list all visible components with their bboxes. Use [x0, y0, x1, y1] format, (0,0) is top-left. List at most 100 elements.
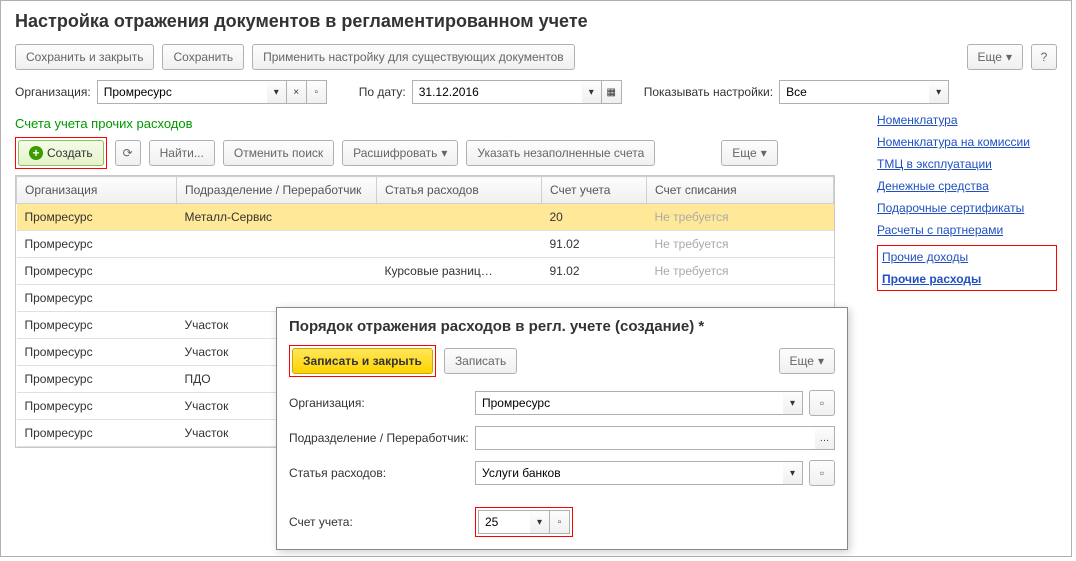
cell-account: 91.02	[542, 258, 647, 285]
refresh-button[interactable]: ⟳	[115, 140, 141, 166]
chevron-down-icon: ▾	[818, 354, 824, 368]
save-button[interactable]: Сохранить	[162, 44, 244, 70]
grid-more-button[interactable]: Еще ▾	[721, 140, 777, 166]
help-button[interactable]: ?	[1031, 44, 1057, 70]
dropdown-icon[interactable]: ▾	[783, 461, 803, 485]
cell-writeoff: Не требуется	[647, 204, 834, 231]
date-label: По дату:	[359, 85, 406, 99]
show-label: Показывать настройки:	[644, 85, 773, 99]
cell-org: Промресурс	[17, 420, 177, 447]
nav-other-expense[interactable]: Прочие расходы	[882, 272, 1052, 286]
open-icon[interactable]: ▫	[550, 510, 570, 534]
col-dept[interactable]: Подразделение / Переработчик	[177, 177, 377, 204]
open-icon[interactable]: ▫	[307, 80, 327, 104]
cell-dept	[177, 258, 377, 285]
dropdown-icon[interactable]: ▾	[582, 80, 602, 104]
dlg-item-open[interactable]: ▫	[809, 460, 835, 486]
cell-account: 91.02	[542, 231, 647, 258]
highlight-account: ▾ ▫	[475, 507, 573, 537]
main-window: Настройка отражения документов в регламе…	[0, 0, 1072, 557]
dialog-title: Порядок отражения расходов в регл. учете…	[277, 308, 847, 341]
col-account[interactable]: Счет учета	[542, 177, 647, 204]
cell-dept: Металл-Сервис	[177, 204, 377, 231]
org-input[interactable]: ▾ × ▫	[97, 80, 327, 104]
dlg-save-button[interactable]: Записать	[444, 348, 517, 374]
cell-writeoff: Не требуется	[647, 258, 834, 285]
page-title: Настройка отражения документов в регламе…	[15, 11, 1057, 32]
calendar-icon[interactable]: ▦	[602, 80, 622, 104]
dropdown-icon[interactable]: ▾	[929, 80, 949, 104]
chevron-down-icon: ▾	[1006, 50, 1012, 64]
create-button[interactable]: +Создать	[18, 140, 104, 166]
cell-org: Промресурс	[17, 366, 177, 393]
show-input[interactable]: ▾	[779, 80, 949, 104]
dlg-dept-input[interactable]: …	[475, 426, 835, 450]
nav-komissiya[interactable]: Номенклатура на комиссии	[877, 135, 1057, 149]
nav-other-income[interactable]: Прочие доходы	[882, 250, 1052, 264]
more-button[interactable]: Еще ▾	[967, 44, 1023, 70]
nav-sidebar: Номенклатура Номенклатура на комиссии ТМ…	[877, 113, 1057, 291]
refresh-icon: ⟳	[123, 146, 133, 160]
table-row[interactable]: Промресурс 91.02Не требуется	[17, 231, 834, 258]
cell-dept	[177, 231, 377, 258]
nav-gift[interactable]: Подарочные сертификаты	[877, 201, 1057, 215]
highlight-save-close: Записать и закрыть	[289, 345, 436, 377]
nav-cash[interactable]: Денежные средства	[877, 179, 1057, 193]
cell-item	[377, 231, 542, 258]
dropdown-icon[interactable]: ▾	[530, 510, 550, 534]
col-item[interactable]: Статья расходов	[377, 177, 542, 204]
date-field[interactable]	[412, 80, 582, 104]
dlg-item-label: Статья расходов:	[289, 466, 469, 480]
date-input[interactable]: ▾ ▦	[412, 80, 622, 104]
nav-partners[interactable]: Расчеты с партнерами	[877, 223, 1057, 237]
filter-row: Организация: ▾ × ▫ По дату: ▾ ▦ Показыва…	[1, 76, 1071, 108]
cell-org: Промресурс	[17, 231, 177, 258]
cell-org: Промресурс	[17, 258, 177, 285]
cell-item: Курсовые разниц…	[377, 258, 542, 285]
dlg-account-label: Счет учета:	[289, 515, 469, 529]
table-row[interactable]: Промресурс Курсовые разниц…91.02Не требуе…	[17, 258, 834, 285]
dlg-org-row: Организация: ▾ ▫	[277, 385, 847, 421]
cell-org: Промресурс	[17, 204, 177, 231]
dlg-item-input[interactable]: ▾	[475, 461, 803, 485]
highlight-nav: Прочие доходы Прочие расходы	[877, 245, 1057, 291]
cell-item	[377, 204, 542, 231]
clear-icon[interactable]: ×	[287, 80, 307, 104]
org-field[interactable]	[97, 80, 267, 104]
table-row[interactable]: ПромресурсМеталл-Сервис20Не требуется	[17, 204, 834, 231]
find-button[interactable]: Найти...	[149, 140, 215, 166]
dlg-org-label: Организация:	[289, 396, 469, 410]
dropdown-icon[interactable]: ▾	[783, 391, 803, 415]
highlight-create: +Создать	[15, 137, 107, 169]
col-writeoff[interactable]: Счет списания	[647, 177, 834, 204]
plus-icon: +	[29, 146, 43, 160]
dlg-account-input[interactable]: ▾ ▫	[478, 510, 570, 534]
cell-org: Промресурс	[17, 393, 177, 420]
dlg-save-close-button[interactable]: Записать и закрыть	[292, 348, 433, 374]
dlg-dept-label: Подразделение / Переработчик:	[289, 431, 469, 445]
open-icon: ▫	[820, 466, 824, 480]
create-dialog: Порядок отражения расходов в регл. учете…	[276, 307, 848, 550]
dlg-dept-field[interactable]	[475, 426, 815, 450]
decode-button[interactable]: Расшифровать ▾	[342, 140, 458, 166]
cell-writeoff: Не требуется	[647, 231, 834, 258]
show-field[interactable]	[779, 80, 929, 104]
apply-button[interactable]: Применить настройку для существующих док…	[252, 44, 575, 70]
dlg-org-field[interactable]	[475, 391, 783, 415]
chevron-down-icon: ▾	[761, 146, 767, 160]
unfilled-button[interactable]: Указать незаполненные счета	[466, 140, 655, 166]
cell-org: Промресурс	[17, 312, 177, 339]
dlg-org-open[interactable]: ▫	[809, 390, 835, 416]
dlg-item-field[interactable]	[475, 461, 783, 485]
nav-nomenklatura[interactable]: Номенклатура	[877, 113, 1057, 127]
save-close-button[interactable]: Сохранить и закрыть	[15, 44, 154, 70]
nav-tmc[interactable]: ТМЦ в эксплуатации	[877, 157, 1057, 171]
dlg-org-input[interactable]: ▾	[475, 391, 803, 415]
dlg-item-row: Статья расходов: ▾ ▫	[277, 455, 847, 491]
dropdown-icon[interactable]: ▾	[267, 80, 287, 104]
dlg-account-field[interactable]	[478, 510, 530, 534]
dlg-more-button[interactable]: Еще ▾	[779, 348, 835, 374]
col-org[interactable]: Организация	[17, 177, 177, 204]
cancel-find-button[interactable]: Отменить поиск	[223, 140, 334, 166]
ellipsis-icon[interactable]: …	[815, 426, 835, 450]
